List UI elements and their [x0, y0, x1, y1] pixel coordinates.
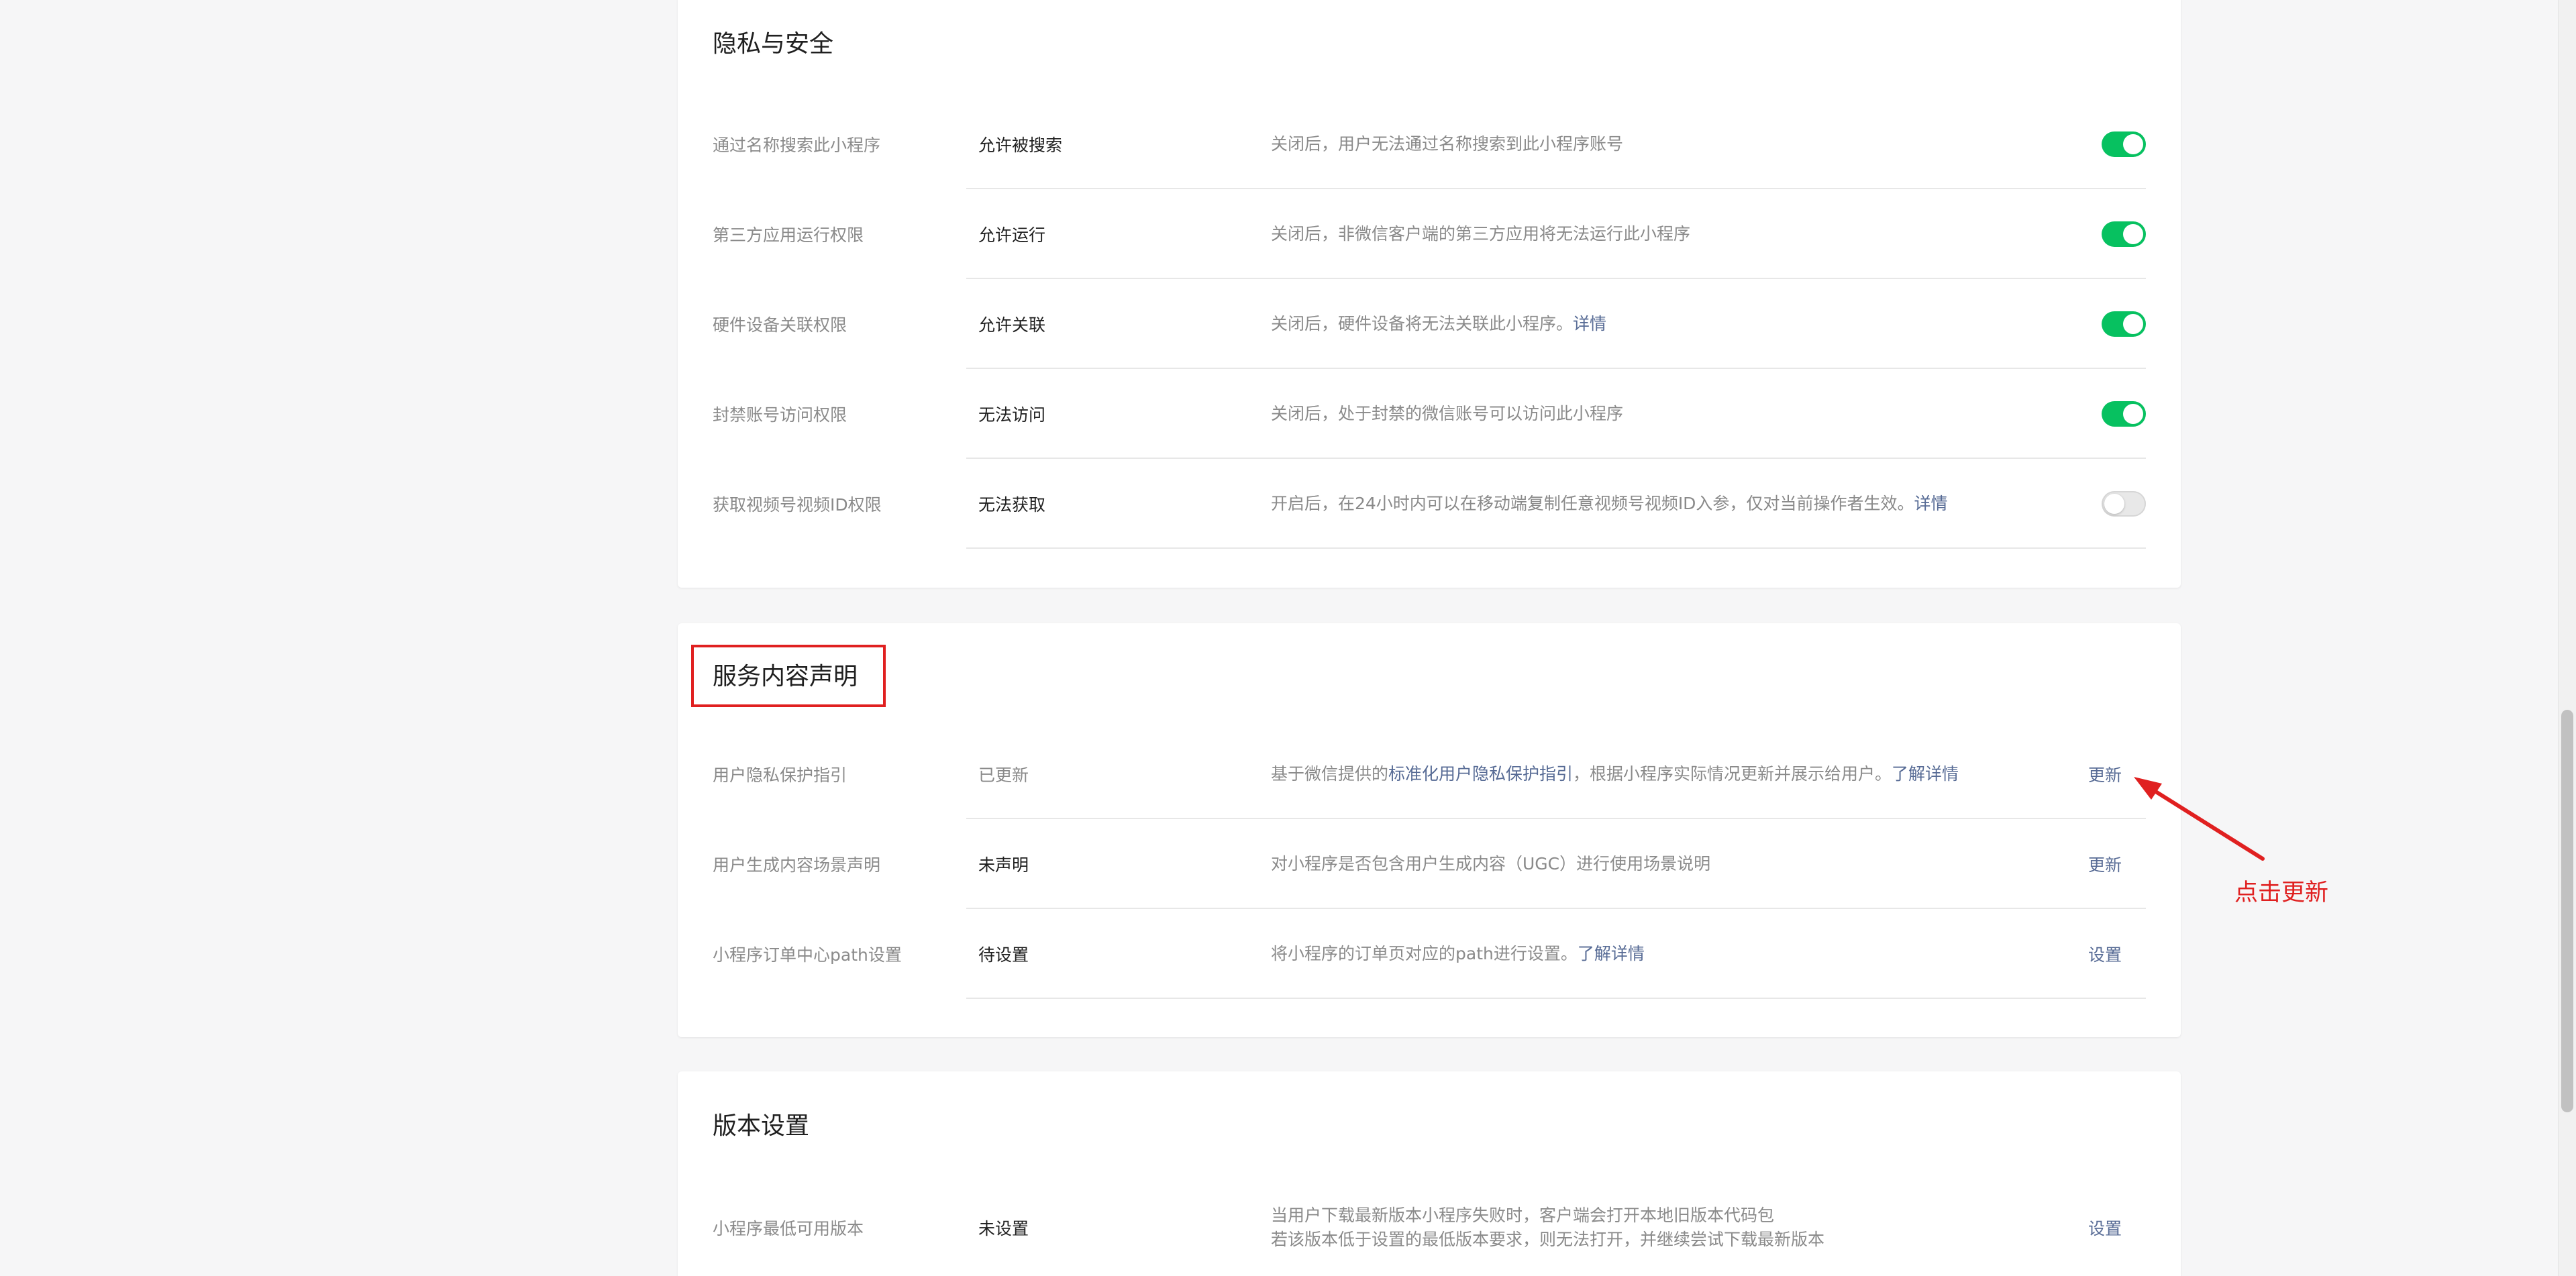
- third-party-run-toggle[interactable]: [2102, 221, 2146, 247]
- setting-row-channels-video-id: 获取视频号视频ID权限 无法获取 开启后，在24小时内可以在移动端复制任意视频号…: [678, 459, 2181, 549]
- hardware-link-toggle[interactable]: [2102, 311, 2146, 337]
- toggle-knob: [2123, 134, 2143, 154]
- setting-value: 允许关联: [978, 315, 1046, 335]
- name-search-toggle[interactable]: [2102, 131, 2146, 157]
- setting-label: 获取视频号视频ID权限: [713, 495, 882, 515]
- setting-row-min-version: 小程序最低可用版本 未设置 当用户下载最新版本小程序失败时，客户端会打开本地旧版…: [678, 1177, 2181, 1276]
- page: 隐私与安全 通过名称搜索此小程序 允许被搜索 关闭后，用户无法通过名称搜索到此小…: [0, 0, 2576, 1276]
- setting-label: 小程序最低可用版本: [713, 1219, 864, 1238]
- order-path-settings-button[interactable]: 设置: [2088, 942, 2122, 966]
- setting-label: 用户隐私保护指引: [713, 765, 847, 785]
- toggle-knob: [2123, 404, 2143, 424]
- setting-row-name-search: 通过名称搜索此小程序 允许被搜索 关闭后，用户无法通过名称搜索到此小程序账号: [678, 99, 2181, 189]
- learn-more-link[interactable]: 了解详情: [1578, 944, 1645, 963]
- ugc-update-button[interactable]: 更新: [2088, 852, 2122, 876]
- privacy-security-card: 隐私与安全 通过名称搜索此小程序 允许被搜索 关闭后，用户无法通过名称搜索到此小…: [678, 0, 2181, 588]
- version-section-title: 版本设置: [713, 1112, 810, 1140]
- setting-value: 未声明: [978, 855, 1029, 875]
- privacy-guide-link[interactable]: 标准化用户隐私保护指引: [1388, 764, 1573, 784]
- privacy-guide-update-button[interactable]: 更新: [2088, 762, 2122, 786]
- scrollbar-thumb[interactable]: [2561, 710, 2573, 1112]
- setting-value: 无法访问: [978, 405, 1046, 425]
- details-link[interactable]: 详情: [1914, 494, 1947, 513]
- setting-description: 基于微信提供的标准化用户隐私保护指引，根据小程序实际情况更新并展示给用户。了解详…: [1271, 764, 1959, 784]
- setting-description: 关闭后，硬件设备将无法关联此小程序。详情: [1271, 314, 1607, 333]
- setting-label: 通过名称搜索此小程序: [713, 136, 881, 155]
- min-version-settings-button[interactable]: 设置: [2088, 1216, 2122, 1240]
- setting-label: 硬件设备关联权限: [713, 315, 847, 335]
- version-settings-card: 版本设置 小程序最低可用版本 未设置 当用户下载最新版本小程序失败时，客户端会打…: [678, 1071, 2181, 1276]
- learn-more-link[interactable]: 了解详情: [1892, 764, 1959, 784]
- setting-description: 关闭后，用户无法通过名称搜索到此小程序账号: [1271, 134, 1624, 154]
- setting-description: 当用户下载最新版本小程序失败时，客户端会打开本地旧版本代码包 若该版本低于设置的最…: [1271, 1206, 1825, 1249]
- setting-label: 封禁账号访问权限: [713, 405, 847, 425]
- highlight-box: [691, 645, 886, 707]
- setting-row-banned-access: 封禁账号访问权限 无法访问 关闭后，处于封禁的微信账号可以访问此小程序: [678, 369, 2181, 459]
- setting-value: 无法获取: [978, 495, 1046, 515]
- setting-value: 待设置: [978, 945, 1029, 965]
- setting-label: 小程序订单中心path设置: [713, 945, 902, 965]
- setting-row-privacy-guide: 用户隐私保护指引 已更新 基于微信提供的标准化用户隐私保护指引，根据小程序实际情…: [678, 729, 2181, 819]
- annotation-arrow: [2134, 777, 2265, 861]
- privacy-section-title: 隐私与安全: [713, 30, 834, 58]
- setting-row-ugc-declaration: 用户生成内容场景声明 未声明 对小程序是否包含用户生成内容（UGC）进行使用场景…: [678, 819, 2181, 909]
- setting-value: 未设置: [978, 1219, 1029, 1238]
- setting-row-order-path: 小程序订单中心path设置 待设置 将小程序的订单页对应的path进行设置。了解…: [678, 909, 2181, 999]
- setting-label: 用户生成内容场景声明: [713, 855, 881, 875]
- setting-description: 对小程序是否包含用户生成内容（UGC）进行使用场景说明: [1271, 854, 1711, 873]
- service-declaration-card: 服务内容声明 用户隐私保护指引 已更新 基于微信提供的标准化用户隐私保护指引，根…: [678, 623, 2181, 1037]
- details-link[interactable]: 详情: [1573, 314, 1606, 333]
- channels-video-id-toggle[interactable]: [2102, 491, 2146, 517]
- setting-row-hardware-link: 硬件设备关联权限 允许关联 关闭后，硬件设备将无法关联此小程序。详情: [678, 279, 2181, 369]
- setting-value: 允许被搜索: [978, 136, 1063, 155]
- toggle-knob: [2104, 494, 2124, 514]
- setting-description: 关闭后，非微信客户端的第三方应用将无法运行此小程序: [1271, 224, 1691, 244]
- setting-value: 允许运行: [978, 225, 1046, 245]
- toggle-knob: [2123, 224, 2143, 244]
- setting-description: 将小程序的订单页对应的path进行设置。了解详情: [1271, 944, 1645, 963]
- setting-label: 第三方应用运行权限: [713, 225, 864, 245]
- setting-row-third-party-run: 第三方应用运行权限 允许运行 关闭后，非微信客户端的第三方应用将无法运行此小程序: [678, 189, 2181, 279]
- toggle-knob: [2123, 314, 2143, 334]
- setting-value: 已更新: [978, 765, 1029, 785]
- vertical-scrollbar[interactable]: [2558, 0, 2576, 1276]
- banned-access-toggle[interactable]: [2102, 401, 2146, 427]
- setting-description: 开启后，在24小时内可以在移动端复制任意视频号视频ID入参，仅对当前操作者生效。…: [1271, 494, 1948, 513]
- setting-description: 关闭后，处于封禁的微信账号可以访问此小程序: [1271, 404, 1624, 423]
- annotation-label: 点击更新: [2234, 880, 2329, 906]
